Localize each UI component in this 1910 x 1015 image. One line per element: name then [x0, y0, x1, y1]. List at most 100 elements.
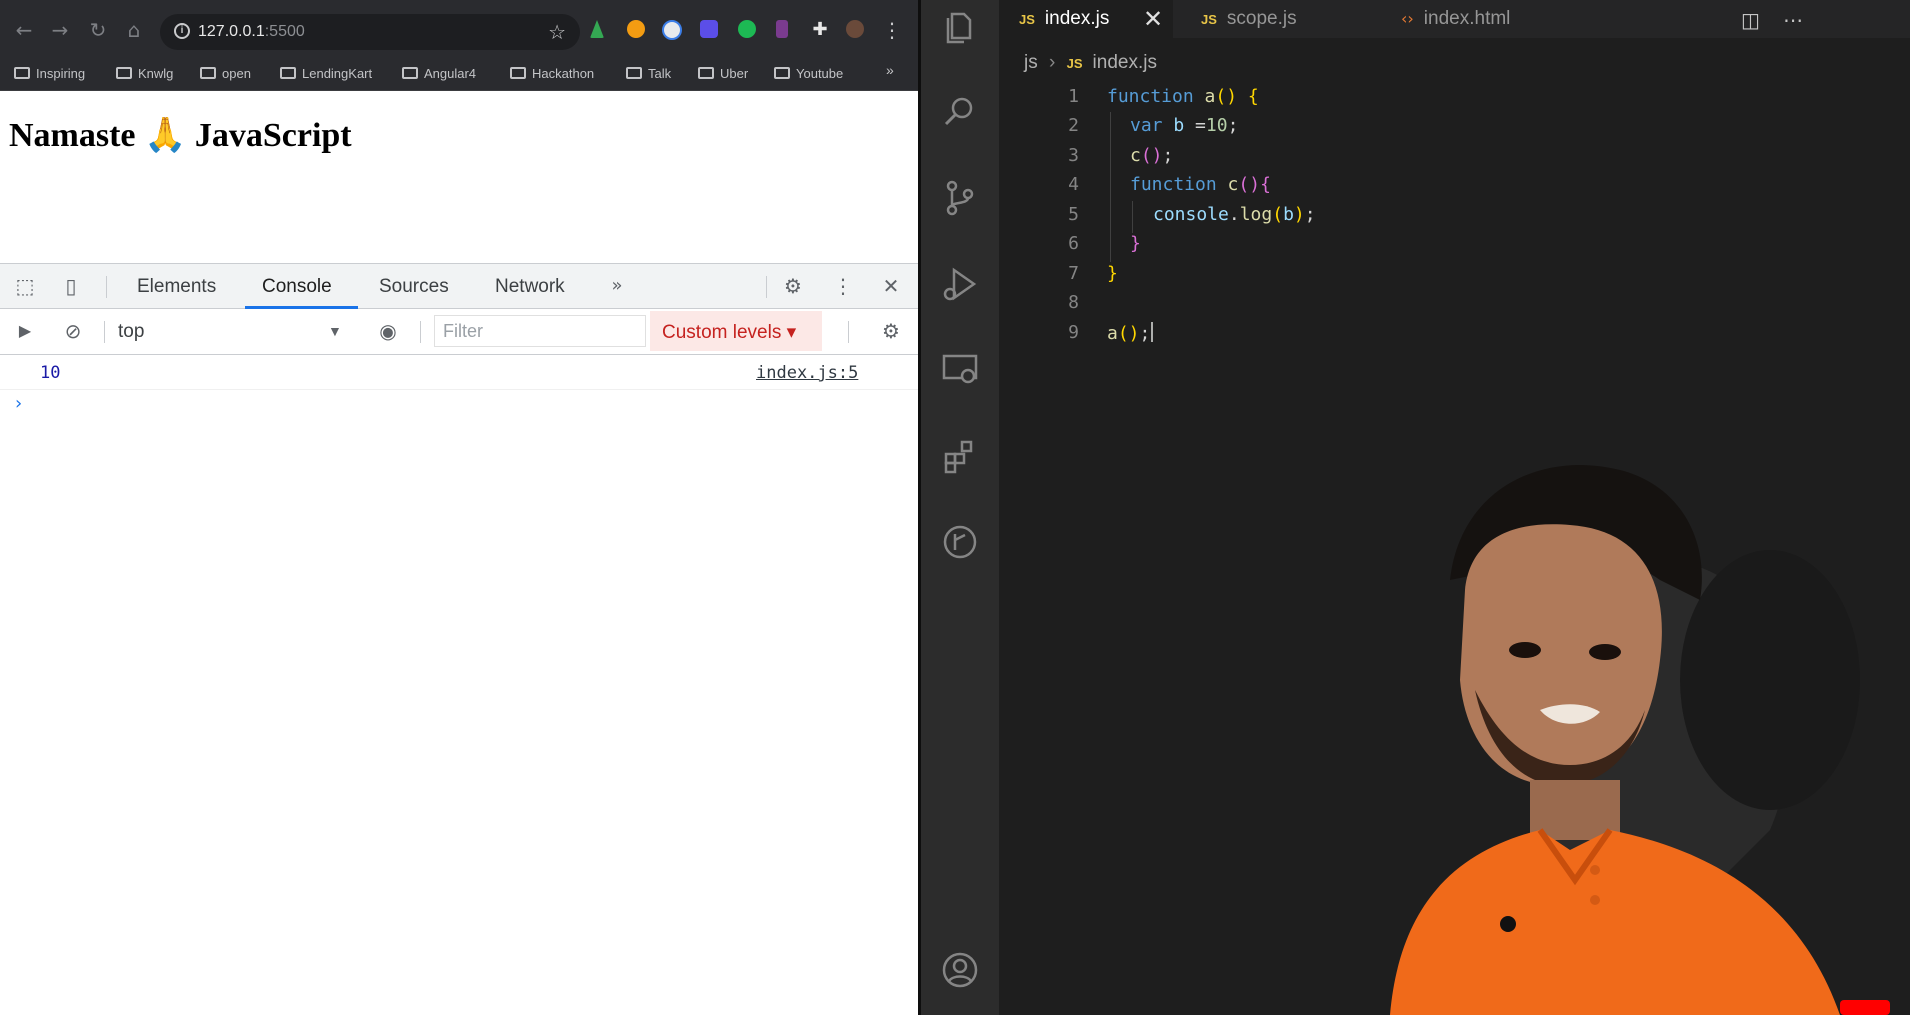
device-toolbar-icon[interactable]: ▯: [60, 275, 82, 297]
line-number: 6: [1068, 233, 1079, 254]
close-devtools-icon[interactable]: ✕: [880, 275, 902, 297]
browser-menu-icon[interactable]: ⋮: [880, 18, 904, 42]
console-prompt-icon[interactable]: ›: [15, 393, 22, 414]
extensions-icon[interactable]: [940, 436, 980, 476]
chevron-right-icon: ›: [1049, 52, 1056, 73]
divider: [106, 276, 107, 298]
profile-avatar[interactable]: [846, 20, 864, 38]
folder-icon: [280, 67, 296, 79]
console-settings-gear-icon[interactable]: ⚙: [880, 320, 902, 342]
html-file-icon: ‹›: [1401, 9, 1414, 28]
bookmark-folder[interactable]: Talk: [626, 66, 671, 82]
extension-purple-icon[interactable]: [776, 20, 788, 38]
bookmark-folder[interactable]: open: [200, 66, 251, 82]
devtools-menu-icon[interactable]: ⋮: [832, 275, 854, 297]
settings-gear-icon[interactable]: ⚙: [782, 275, 804, 297]
source-control-icon[interactable]: [940, 178, 980, 218]
bookmark-folder[interactable]: Angular4: [402, 66, 476, 82]
extension-tree-icon[interactable]: [590, 20, 604, 38]
code-line: function a() {: [1107, 86, 1259, 107]
devtools-tabbar: ⬚ ▯ Elements Console Sources Network » ⚙…: [0, 263, 918, 309]
more-tabs-icon[interactable]: »: [606, 275, 628, 297]
line-number: 3: [1068, 145, 1079, 166]
site-info-icon[interactable]: i: [174, 23, 190, 39]
live-expression-eye-icon[interactable]: ◉: [377, 320, 399, 342]
filter-field[interactable]: [434, 315, 646, 347]
line-number: 5: [1068, 204, 1079, 225]
line-number: 4: [1068, 174, 1079, 195]
indent-guide: [1132, 201, 1133, 233]
folder-icon: [510, 67, 526, 79]
address-bar[interactable]: i 127.0.0.1:5500 ☆: [160, 14, 580, 50]
bookmark-folder[interactable]: Uber: [698, 66, 748, 82]
address-url[interactable]: 127.0.0.1:5500: [198, 23, 305, 41]
breadcrumb-file[interactable]: index.js: [1093, 52, 1157, 73]
explorer-icon[interactable]: [940, 6, 980, 46]
home-icon[interactable]: ⌂: [122, 18, 146, 42]
browser-window: ← → ↻ ⌂ i 127.0.0.1:5500 ☆ ✚ ⋮ Inspiring…: [0, 0, 918, 1015]
account-icon[interactable]: [940, 950, 980, 990]
bookmark-folder[interactable]: Youtube: [774, 66, 843, 82]
folder-icon: [200, 67, 216, 79]
more-actions-icon[interactable]: ⋯: [1783, 8, 1803, 32]
page-heading: Namaste 🙏 JavaScript: [9, 117, 352, 154]
bookmarks-bar: Inspiring Knwlg open LendingKart Angular…: [0, 58, 918, 91]
close-tab-icon[interactable]: ✕: [1143, 0, 1163, 38]
web-page: Namaste 🙏 JavaScript: [0, 91, 918, 263]
extensions-puzzle-icon[interactable]: ✚: [808, 18, 832, 42]
inspect-element-icon[interactable]: ⬚: [14, 275, 36, 297]
console-source-link[interactable]: index.js:5: [756, 363, 858, 383]
remote-explorer-icon[interactable]: [940, 350, 980, 390]
line-number: 2: [1068, 115, 1079, 136]
extension-compass-icon[interactable]: [662, 20, 682, 40]
breadcrumb-folder[interactable]: js: [1024, 52, 1038, 73]
bookmark-star-icon[interactable]: ☆: [548, 20, 566, 44]
run-debug-icon[interactable]: [940, 264, 980, 304]
tab-scope-js[interactable]: JS scope.js: [1181, 0, 1357, 38]
context-selector[interactable]: top: [118, 321, 144, 343]
log-levels-label: Custom levels ▾: [662, 322, 797, 343]
code-line: function c(){: [1130, 174, 1271, 195]
chevron-down-icon[interactable]: ▼: [328, 323, 342, 339]
tab-network[interactable]: Network: [495, 276, 565, 298]
extension-video-icon[interactable]: [700, 20, 718, 38]
code-line: a();: [1107, 322, 1154, 344]
reload-icon[interactable]: ↻: [86, 18, 110, 42]
log-levels-dropdown[interactable]: Custom levels ▾: [650, 311, 822, 351]
tab-index-html[interactable]: ‹› index.html: [1361, 0, 1551, 38]
activity-bar: [921, 0, 999, 1015]
browser-toolbar: ← → ↻ ⌂ i 127.0.0.1:5500 ☆ ✚ ⋮: [0, 0, 918, 58]
search-icon[interactable]: [940, 92, 980, 132]
breadcrumb: js › JS index.js: [1024, 52, 1157, 74]
line-number: 7: [1068, 263, 1079, 284]
bookmark-folder[interactable]: Knwlg: [116, 66, 173, 82]
git-graph-icon[interactable]: [940, 522, 980, 562]
filter-input[interactable]: [441, 316, 635, 346]
code-line: c();: [1130, 145, 1174, 166]
tab-elements[interactable]: Elements: [137, 276, 216, 298]
forward-icon[interactable]: →: [48, 18, 72, 42]
line-number: 1: [1068, 86, 1079, 107]
indent-guide: [1110, 112, 1111, 262]
divider: [420, 321, 421, 343]
console-toolbar: ▶ ⊘ top ▼ ◉ Custom levels ▾ ⚙: [0, 309, 918, 355]
bookmark-folder[interactable]: Hackathon: [510, 66, 594, 82]
js-file-icon: JS: [1066, 56, 1083, 71]
line-number: 8: [1068, 292, 1079, 313]
bookmark-folder[interactable]: Inspiring: [14, 66, 85, 82]
back-icon[interactable]: ←: [12, 18, 36, 42]
tab-console[interactable]: Console: [262, 276, 332, 298]
editor-tabbar: JS index.js ✕ JS scope.js ‹› index.html ◫ ⋯: [999, 0, 1910, 38]
extension-green-icon[interactable]: [738, 20, 756, 38]
extension-orange-icon[interactable]: [627, 20, 645, 38]
bookmarks-overflow-icon[interactable]: »: [886, 62, 894, 78]
code-line: var b =10;: [1130, 115, 1239, 136]
tab-sources[interactable]: Sources: [379, 276, 449, 298]
folder-icon: [116, 67, 132, 79]
split-editor-icon[interactable]: ◫: [1741, 8, 1760, 32]
clear-console-icon[interactable]: ⊘: [62, 320, 84, 342]
sidebar-toggle-icon[interactable]: ▶: [14, 320, 36, 342]
tab-index-js[interactable]: JS index.js ✕: [999, 0, 1173, 38]
bookmark-folder[interactable]: LendingKart: [280, 66, 372, 82]
text-cursor: [1151, 322, 1154, 342]
